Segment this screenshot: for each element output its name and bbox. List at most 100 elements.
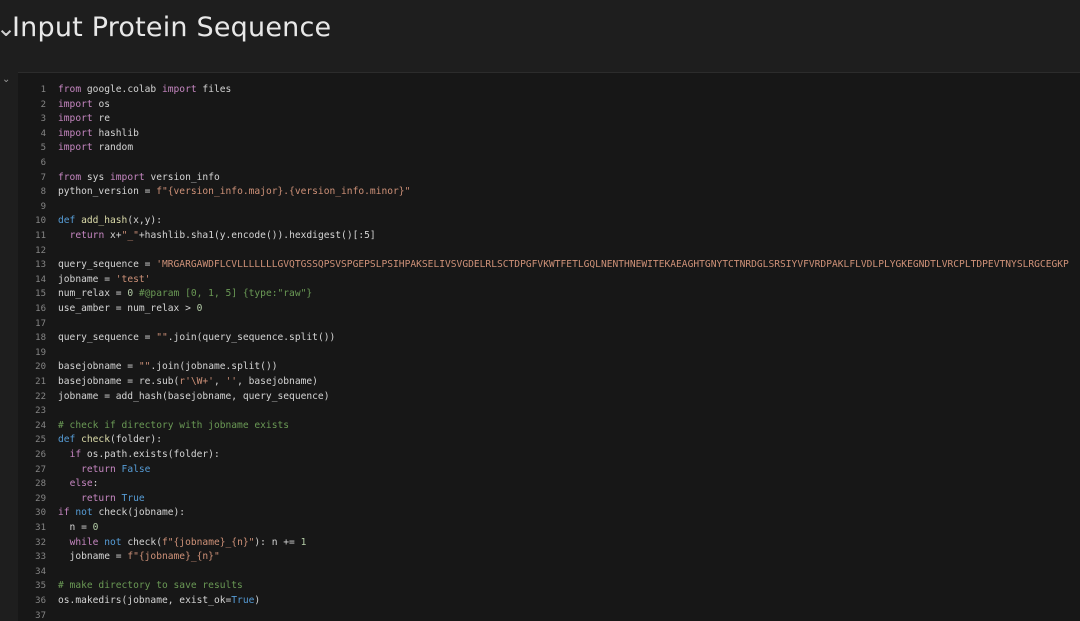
code-token: 0 [92, 522, 99, 533]
code-line: 19 [18, 346, 1080, 361]
code-line: 3 import re [18, 112, 1080, 127]
code-text: if not check(jobname): [58, 506, 185, 521]
line-number: 7 [40, 172, 46, 183]
code-token: if [58, 507, 76, 519]
code-token: jobname = add_hash(basejobname, query_se… [58, 390, 330, 402]
code-token: if [69, 449, 87, 460]
code-line: 8 python_version = f"{version_info.major}… [18, 185, 1080, 200]
code-text: return x+"_"+hashlib.sha1(y.encode()).he… [58, 229, 376, 244]
code-token: check [81, 434, 110, 446]
line-number: 8 [40, 187, 46, 198]
line-number: 29 [35, 493, 46, 504]
code-token: return [69, 230, 110, 241]
code-token: basejobname = [58, 361, 139, 373]
code-token: +hashlib.sha1(y.encode()).hexdigest()[:5… [138, 230, 376, 241]
code-token: os.path.exists(folder): [86, 449, 220, 460]
code-line: 24 # check if directory with jobname exis… [18, 419, 1080, 434]
code-token: .join(query_sequence.split()) [167, 332, 336, 344]
code-line: 11 return x+"_"+hashlib.sha1(y.encode())… [18, 229, 1080, 244]
code-text: else: [58, 477, 99, 492]
line-number: 14 [35, 274, 46, 285]
line-number: 2 [40, 99, 46, 110]
code-token: False [121, 463, 151, 475]
line-number: 24 [35, 420, 46, 431]
code-line: 23 [18, 404, 1080, 419]
line-number: 26 [35, 450, 46, 460]
code-token: , basejobname) [237, 376, 318, 387]
code-text: from sys import version_info [58, 171, 220, 186]
line-number: 6 [40, 158, 46, 168]
code-text: python_version = f"{version_info.major}.… [58, 185, 410, 200]
code-line: 6 [18, 156, 1080, 171]
code-line: 7 from sys import version_info [18, 171, 1080, 186]
cell-header: ⌄ Input Protein Sequence [0, 0, 1080, 60]
code-token: add_hash [81, 215, 128, 227]
code-token: re [98, 113, 110, 125]
code-token: not [75, 507, 99, 519]
code-text: os.makedirs(jobname, exist_ok=True) [58, 594, 260, 609]
line-number: 9 [40, 201, 46, 212]
code-line: 34 [18, 565, 1080, 580]
code-line: 15 num_relax = 0 #@param [0, 1, 5] {type:… [18, 287, 1080, 302]
code-line: 4 import hashlib [18, 127, 1080, 142]
code-text: num_relax = 0 #@param [0, 1, 5] {type:"r… [58, 287, 312, 302]
line-number: 15 [35, 289, 46, 300]
line-number: 37 [35, 610, 46, 621]
code-text: return False [58, 463, 150, 478]
code-token: import [58, 113, 99, 125]
code-token: sys [86, 171, 110, 183]
code-line: 27 return False [18, 463, 1080, 478]
code-token: , [213, 376, 226, 387]
line-number: 31 [35, 523, 46, 533]
line-number: 25 [35, 435, 46, 446]
code-token: not [104, 536, 128, 548]
line-number: 36 [35, 596, 46, 606]
code-token: use_amber = num_relax > [58, 303, 197, 314]
code-line: 12 [18, 244, 1080, 259]
code-token: import [58, 127, 99, 139]
code-text: import random [58, 141, 133, 156]
line-number: 35 [35, 581, 46, 592]
code-token: google.colab [86, 84, 162, 95]
code-text: query_sequence = "".join(query_sequence.… [58, 331, 335, 346]
code-token: 0 [127, 288, 139, 300]
code-token: version_info [150, 171, 220, 183]
line-number: 20 [35, 362, 46, 373]
code-editor[interactable]: 1 from google.colab import files 2 import o… [18, 72, 1080, 621]
code-token: 1 [300, 536, 307, 548]
code-line: 32 while not check(f"{jobname}_{n}"): n … [18, 536, 1080, 551]
code-token: import [58, 98, 99, 110]
line-number: 16 [35, 304, 46, 314]
line-number: 30 [35, 508, 46, 519]
code-token: 0 [196, 303, 203, 314]
code-token: # make directory to save results [58, 580, 243, 592]
code-token: ) [254, 595, 261, 606]
code-token: ): n += [254, 536, 301, 548]
code-token: random [98, 142, 134, 154]
code-token: jobname = [58, 551, 128, 563]
code-text: import hashlib [58, 127, 139, 142]
code-line: 2 import os [18, 98, 1080, 113]
code-token: hashlib [98, 127, 139, 139]
code-text: use_amber = num_relax > 0 [58, 302, 202, 317]
cell-collapse-icon[interactable]: ⌄ [2, 74, 10, 85]
code-token: "_" [121, 230, 139, 241]
code-token: # check if directory with jobname exists [58, 419, 290, 431]
code-token: 'test' [115, 273, 151, 285]
code-token: os.makedirs(jobname, exist_ok= [58, 595, 232, 606]
code-line: 18 query_sequence = "".join(query_sequenc… [18, 331, 1080, 346]
code-token: f"{version_info.major}.{version_info.min… [156, 186, 411, 198]
code-token: os [98, 98, 110, 110]
code-line: 14 jobname = 'test' [18, 273, 1080, 288]
code-text: if os.path.exists(folder): [58, 448, 220, 463]
code-token: query_sequence = [58, 332, 157, 344]
line-number: 1 [40, 85, 46, 95]
code-token: files [202, 84, 232, 95]
code-token: return [81, 492, 122, 504]
line-number: 18 [35, 333, 46, 344]
code-token: num_relax = [58, 288, 128, 300]
code-text: # make directory to save results [58, 579, 243, 594]
line-number: 34 [35, 566, 46, 577]
